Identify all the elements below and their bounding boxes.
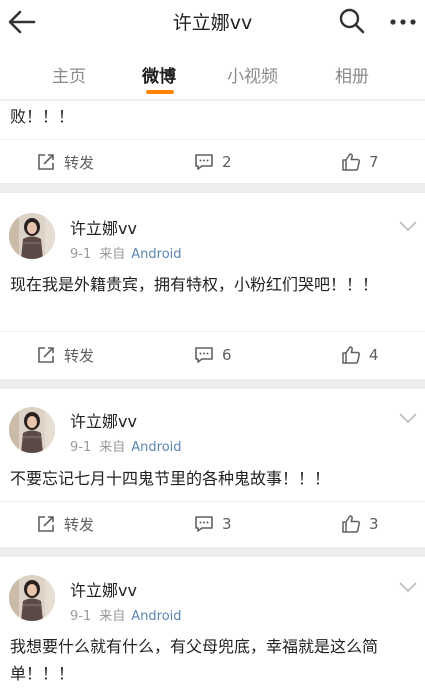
repost-icon — [38, 154, 54, 170]
top-bar: 许立娜vv — [0, 0, 425, 44]
avatar-photo — [9, 575, 55, 621]
comment-count: 6 — [222, 346, 232, 364]
post-text: 不要忘记七月十四鬼节里的各种鬼故事！！！ — [10, 469, 331, 488]
divider — [0, 139, 425, 140]
comment-button[interactable]: 6 — [194, 334, 232, 376]
like-count: 7 — [369, 153, 379, 171]
post-meta: 9-1 来自 Android — [70, 605, 182, 624]
like-icon — [342, 515, 361, 533]
post-text: 我想要什么就有什么，有父母兜底，幸福就是这么简单！！！ — [10, 637, 379, 683]
chevron-down-icon[interactable] — [398, 219, 418, 233]
post-source[interactable]: Android — [131, 440, 181, 455]
post-actions: 转发 6 4 — [0, 334, 425, 376]
like-count: 3 — [369, 515, 379, 533]
avatar[interactable] — [9, 575, 55, 621]
from-label: 来自 — [99, 609, 126, 624]
repost-button[interactable]: 转发 — [36, 503, 94, 545]
tab-short-video[interactable]: 小视频 — [227, 62, 278, 87]
tab-album[interactable]: 相册 — [335, 62, 369, 87]
post-card: 许立娜vv 9-1 来自 Android 我想要什么就有什么，有父母兜底，幸福就是这… — [0, 557, 425, 700]
tab-home[interactable]: 主页 — [52, 62, 86, 87]
post-source[interactable]: Android — [131, 247, 181, 262]
avatar-photo — [9, 213, 55, 259]
post-card: 许立娜vv 9-1 来自 Android 不要忘记七月十四鬼节里的各种鬼故事！！！ … — [0, 389, 425, 547]
search-icon[interactable] — [337, 6, 367, 36]
repost-label: 转发 — [64, 515, 95, 534]
author-name[interactable]: 许立娜vv — [70, 577, 137, 601]
post-date: 9-1 — [70, 247, 92, 262]
comment-icon — [195, 516, 213, 532]
comment-count: 2 — [222, 153, 232, 171]
author-name[interactable]: 许立娜vv — [70, 215, 137, 239]
comment-button[interactable]: 3 — [194, 503, 232, 545]
like-count: 4 — [369, 346, 379, 364]
post-date: 9-1 — [70, 609, 92, 624]
comment-icon — [195, 347, 213, 363]
post-meta: 9-1 来自 Android — [70, 243, 182, 262]
divider — [0, 331, 425, 332]
post-source[interactable]: Android — [131, 609, 181, 624]
post-actions: 转发 2 7 — [0, 141, 425, 183]
comment-button[interactable]: 2 — [194, 141, 232, 183]
post-card: 许立娜vv 9-1 来自 Android 现在我是外籍贵宾，拥有特权，小粉红们哭吧！… — [0, 193, 425, 379]
repost-label: 转发 — [64, 346, 95, 365]
repost-icon — [38, 347, 54, 363]
like-button[interactable]: 7 — [341, 141, 379, 183]
comment-icon — [195, 154, 213, 170]
like-icon — [342, 153, 361, 171]
more-dots-icon[interactable] — [388, 8, 418, 36]
post-text: 现在我是外籍贵宾，拥有特权，小粉红们哭吧！！！ — [10, 275, 379, 294]
repost-icon — [38, 516, 54, 532]
comment-count: 3 — [222, 515, 232, 533]
divider — [0, 501, 425, 502]
active-tab-indicator — [146, 90, 174, 94]
tab-weibo[interactable]: 微博 — [142, 62, 176, 87]
post-date: 9-1 — [70, 440, 92, 455]
post-meta: 9-1 来自 Android — [70, 436, 182, 455]
like-button[interactable]: 4 — [341, 334, 379, 376]
post-actions: 转发 3 3 — [0, 503, 425, 545]
chevron-down-icon[interactable] — [398, 580, 418, 594]
profile-tabs: 主页 微博 小视频 相册 — [0, 44, 425, 100]
weibo-profile-screen: 许立娜vv 主页 微博 小视频 相册 败！！！ 转发 2 7 许立娜vv 9-1… — [0, 0, 425, 700]
post-text: 败！！！ — [10, 107, 75, 126]
repost-button[interactable]: 转发 — [36, 334, 94, 376]
avatar[interactable] — [9, 407, 55, 453]
avatar[interactable] — [9, 213, 55, 259]
post-card-partial: 败！！！ 转发 2 7 — [0, 101, 425, 183]
repost-label: 转发 — [64, 153, 95, 172]
from-label: 来自 — [99, 247, 126, 262]
from-label: 来自 — [99, 440, 126, 455]
like-button[interactable]: 3 — [341, 503, 379, 545]
repost-button[interactable]: 转发 — [36, 141, 94, 183]
like-icon — [342, 346, 361, 364]
author-name[interactable]: 许立娜vv — [70, 408, 137, 432]
chevron-down-icon[interactable] — [398, 411, 418, 425]
avatar-photo — [9, 407, 55, 453]
